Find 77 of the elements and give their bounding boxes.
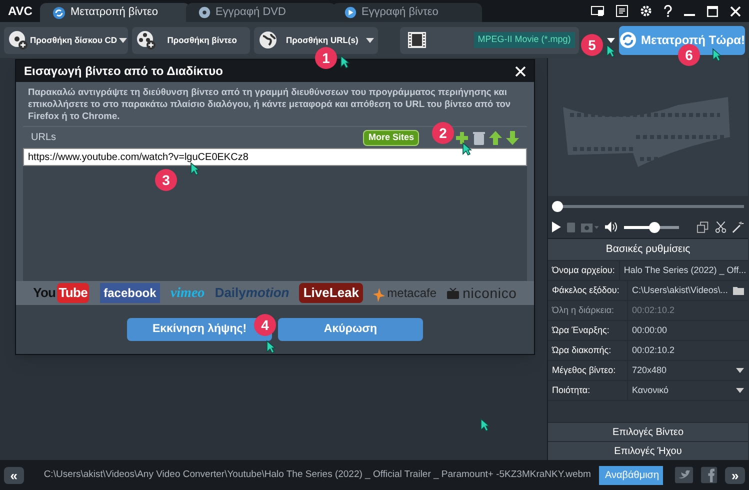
cursor-icon — [462, 142, 472, 156]
tab[interactable]: Εγγραφή βίντεο — [332, 3, 482, 22]
cursor-icon — [266, 340, 276, 354]
magic-wand-icon[interactable] — [732, 220, 744, 234]
f-letter-icon[interactable] — [700, 466, 718, 484]
setting-label: Ώρα διακοπής: — [548, 341, 628, 360]
feedback-icon[interactable] — [591, 6, 604, 16]
url-input[interactable]: https://www.youtube.com/watch?v=lguCE0EKCz8 — [23, 148, 527, 166]
settings-icon[interactable] — [640, 5, 652, 17]
setting-label: Ποιότητα: — [548, 381, 628, 400]
bird-icon[interactable] — [674, 466, 693, 484]
globe-icon — [258, 30, 278, 50]
arrow-down-icon[interactable] — [506, 130, 519, 144]
refresh-icon — [619, 31, 638, 49]
disc-icon — [198, 6, 212, 19]
setting-value: 00:02:10.2 — [631, 304, 676, 317]
caret-icon — [119, 38, 128, 42]
arrow-up-icon[interactable] — [489, 130, 502, 144]
setting-label: Μέγεθος βίντεο: — [548, 361, 628, 380]
disc-add-icon — [8, 30, 28, 50]
play-icon — [344, 6, 358, 19]
output-path: C:\Users\akist\Videos\Any Video Converter\Youtube\Halo The Series (2022) _ Official Trailer _ Paramount+ -5KZ3MKraNKY.webm — [44, 468, 591, 482]
add-icon[interactable] — [455, 130, 469, 144]
setting-value[interactable]: 720x480 — [628, 361, 748, 380]
setting-value[interactable]: Κανονικό — [628, 381, 748, 400]
format-select[interactable]: MPEG-II Movie (*.mpg) — [400, 26, 579, 54]
cursor-icon — [480, 418, 490, 432]
setting-label: Όνομα αρχείου: — [548, 261, 620, 280]
site-logo: vimeo — [170, 284, 205, 302]
cursor-icon — [606, 44, 616, 58]
expand-button[interactable]: » — [725, 466, 745, 484]
setting-value[interactable]: C:\Users\akist\Videos\... — [628, 281, 748, 300]
setting-value: 00:00:00 — [631, 324, 668, 337]
site-logo: niconico — [446, 282, 517, 304]
site-logo: Dailymotion — [214, 284, 290, 302]
volume-icon[interactable] — [604, 221, 618, 233]
close-icon[interactable] — [515, 66, 526, 76]
caret-icon — [736, 368, 744, 373]
setting-label: Ώρα Έναρξης: — [548, 321, 628, 340]
scissors-icon[interactable] — [714, 220, 726, 234]
caret-icon — [736, 388, 744, 393]
cursor-icon — [190, 162, 200, 176]
volume-thumb[interactable] — [649, 222, 660, 232]
setting-value: Halo The Series (2022) _ Off... — [622, 264, 748, 277]
site-logo: You Tube — [33, 283, 90, 303]
refresh-icon — [52, 6, 66, 20]
caret-icon — [366, 38, 374, 42]
app-logo: AVC — [7, 3, 34, 20]
site-logo: facebook — [100, 283, 160, 303]
section-header[interactable]: Επιλογές Ήχου — [548, 441, 748, 460]
cursor-icon — [712, 48, 722, 62]
toolbar-button[interactable]: Προσθήκη βίντεο — [132, 26, 250, 54]
cursor-icon — [340, 55, 350, 69]
section-header[interactable]: Επιλογές Βίντεο — [548, 422, 748, 441]
close-icon[interactable] — [730, 6, 741, 16]
register-icon[interactable] — [616, 5, 628, 17]
maximize-icon[interactable] — [707, 6, 718, 16]
collapse-button[interactable]: « — [4, 466, 24, 484]
toolbar-button[interactable]: Προσθήκη δίσκου CD — [4, 26, 128, 54]
setting-value: 00:02:10.2 — [631, 344, 676, 357]
setting-label: Φάκελος εξόδου: — [548, 281, 628, 300]
progress-thumb[interactable] — [552, 200, 563, 212]
film-reel-add-icon — [136, 30, 156, 50]
dialog-title: Εισαγωγή βίντεο από το Διαδίκτυο — [24, 63, 223, 80]
site-logo: metacafe — [373, 284, 437, 302]
toolbar-button[interactable]: Προσθήκη URL(s) — [254, 26, 378, 54]
site-logo: LiveLeak — [299, 283, 364, 303]
setting-label: Όλη η διάρκεια: — [548, 301, 628, 320]
film-icon — [408, 31, 426, 49]
dialog-message: Παρακαλώ αντιγράψτε τη διεύθυνση βίντεο από τη γραμμή διευθύνσεων του προγράμματος περιήγησης και επικολλήσετε το στο παρακάτω πλαίσιο διαλόγου, ή κάντε μεταφορά και απόθεση το URL του βίντεο από τον Firefox ή το Chrome. — [27, 86, 512, 122]
trash-icon[interactable] — [473, 130, 485, 144]
urls-label: URLs — [31, 131, 56, 145]
play-icon[interactable] — [552, 221, 561, 233]
folder-icon[interactable] — [733, 286, 744, 295]
copy-icon[interactable] — [697, 220, 709, 234]
help-icon[interactable] — [664, 5, 672, 17]
settings-header: Βασικές ρυθμίσεις — [548, 239, 748, 261]
